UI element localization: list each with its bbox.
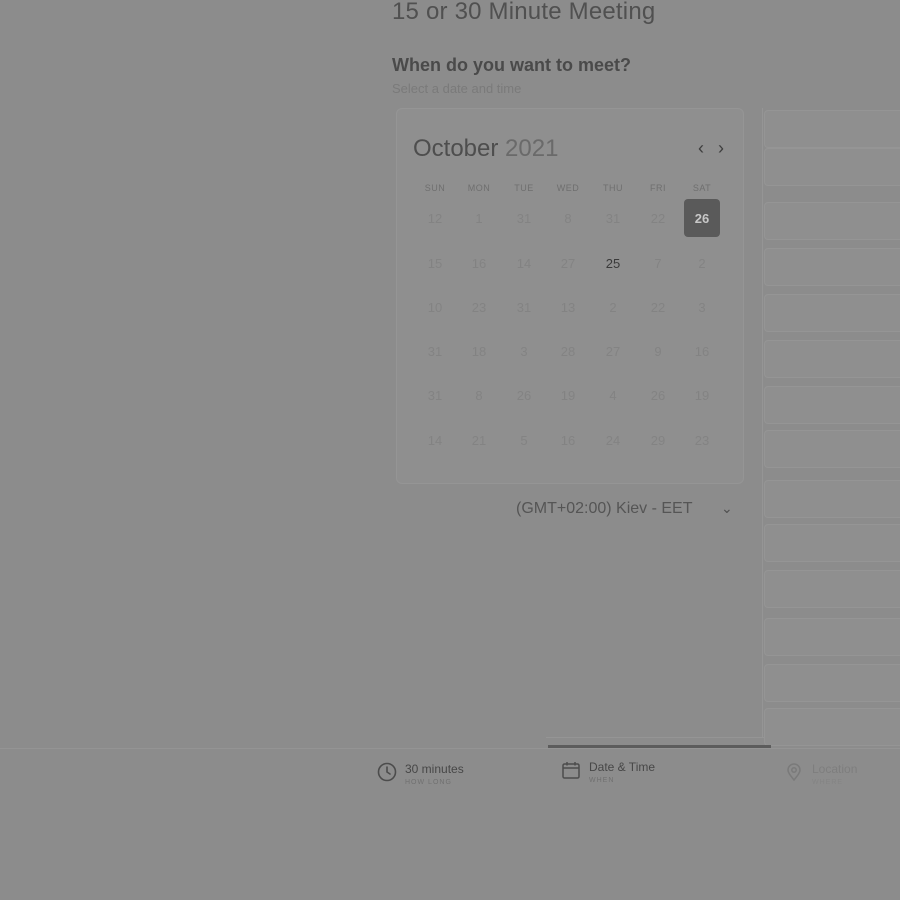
chevron-left-icon: ‹ bbox=[698, 138, 704, 158]
weekday-label: FRI bbox=[650, 183, 666, 193]
time-slot-button[interactable] bbox=[764, 708, 900, 746]
time-slot-button[interactable] bbox=[764, 148, 900, 186]
calendar-day: 16 bbox=[471, 255, 487, 271]
section-heading: When do you want to meet? bbox=[392, 55, 631, 75]
calendar-day: 12 bbox=[427, 210, 443, 226]
calendar-day: 3 bbox=[520, 343, 528, 359]
weekday-label: SAT bbox=[692, 183, 712, 193]
calendar-day: 2 bbox=[609, 299, 617, 315]
time-slot-button[interactable] bbox=[764, 248, 900, 286]
calendar-day[interactable]: 25 bbox=[595, 244, 631, 282]
step-sublabel: HOW LONG bbox=[405, 779, 452, 786]
calendar-day: 22 bbox=[650, 210, 666, 226]
step-label: Date & Time bbox=[589, 760, 656, 774]
weekday-label: MON bbox=[467, 183, 491, 193]
calendar-day: 31 bbox=[427, 387, 443, 403]
location-pin-icon bbox=[787, 763, 801, 782]
time-slot-button[interactable] bbox=[764, 480, 900, 518]
calendar-day: 31 bbox=[605, 210, 621, 226]
divider bbox=[546, 737, 764, 738]
weekday-label: SUN bbox=[424, 183, 446, 193]
calendar-day: 18 bbox=[471, 343, 487, 359]
calendar-day: 22 bbox=[650, 299, 666, 315]
calendar-day: 26 bbox=[516, 387, 532, 403]
calendar-day: 27 bbox=[560, 255, 576, 271]
calendar-day: 8 bbox=[475, 387, 483, 403]
calendar-day: 19 bbox=[694, 387, 710, 403]
time-slot-button[interactable] bbox=[764, 570, 900, 608]
calendar-day: 15 bbox=[427, 255, 443, 271]
calendar-day: 14 bbox=[516, 255, 532, 271]
calendar-day: 14 bbox=[427, 432, 443, 448]
steps-divider bbox=[0, 748, 900, 749]
active-step-indicator bbox=[548, 745, 771, 748]
calendar-day: 13 bbox=[560, 299, 576, 315]
calendar-day: 16 bbox=[560, 432, 576, 448]
calendar-icon bbox=[562, 762, 580, 779]
time-slot-button[interactable] bbox=[764, 110, 900, 148]
divider bbox=[762, 108, 763, 738]
month-name: October bbox=[413, 135, 499, 162]
date-picker: October 2021 ‹ › SUN MON TUE WED THU FRI SAT 1… bbox=[396, 108, 744, 484]
clock-icon bbox=[377, 762, 397, 782]
calendar-day: 9 bbox=[654, 343, 662, 359]
calendar-day: 31 bbox=[516, 210, 532, 226]
step-label: Location bbox=[812, 762, 858, 776]
calendar-day: 3 bbox=[698, 299, 706, 315]
year-label: 2021 bbox=[505, 135, 559, 162]
calendar-day: 31 bbox=[427, 343, 443, 359]
calendar-day: 7 bbox=[654, 255, 662, 271]
section-subtitle: Select a date and time bbox=[392, 81, 522, 96]
calendar-day: 1 bbox=[475, 210, 483, 226]
calendar-month-label: October 2021 bbox=[413, 135, 558, 163]
timezone-select[interactable]: (GMT+02:00) Kiev - EET bbox=[516, 500, 693, 518]
calendar-day: 2 bbox=[698, 255, 706, 271]
page-title: 15 or 30 Minute Meeting bbox=[392, 0, 656, 25]
step-location[interactable]: Location WHERE bbox=[784, 762, 857, 786]
time-slot-button[interactable] bbox=[764, 294, 900, 332]
time-slot-button[interactable] bbox=[764, 524, 900, 562]
chevron-right-icon: › bbox=[718, 138, 724, 158]
previous-month-button[interactable]: ‹ bbox=[693, 139, 709, 157]
time-slot-button[interactable] bbox=[764, 340, 900, 378]
calendar-day: 5 bbox=[520, 432, 528, 448]
time-slot-button[interactable] bbox=[764, 386, 900, 424]
calendar-day: 16 bbox=[694, 343, 710, 359]
calendar-day-selected[interactable]: 26 bbox=[684, 199, 720, 237]
calendar-day: 27 bbox=[605, 343, 621, 359]
calendar-day: 21 bbox=[471, 432, 487, 448]
calendar-day: 19 bbox=[560, 387, 576, 403]
time-slot-button[interactable] bbox=[764, 430, 900, 468]
time-slot-button[interactable] bbox=[764, 202, 900, 240]
calendar-day: 31 bbox=[516, 299, 532, 315]
step-sublabel: WHEN bbox=[589, 777, 615, 784]
calendar-day: 29 bbox=[650, 432, 666, 448]
step-duration[interactable]: 30 minutes HOW LONG bbox=[377, 762, 464, 786]
weekday-label: TUE bbox=[514, 183, 534, 193]
chevron-down-icon[interactable]: ⌄ bbox=[721, 500, 733, 517]
time-slot-button[interactable] bbox=[764, 664, 900, 702]
step-sublabel: WHERE bbox=[812, 779, 844, 786]
calendar-day: 10 bbox=[427, 299, 443, 315]
next-month-button[interactable]: › bbox=[713, 139, 729, 157]
time-slot-button[interactable] bbox=[764, 618, 900, 656]
step-label: 30 minutes bbox=[405, 762, 464, 776]
calendar-day: 26 bbox=[650, 387, 666, 403]
step-date-time[interactable]: Date & Time WHEN bbox=[561, 760, 655, 784]
calendar-day: 8 bbox=[564, 210, 572, 226]
time-slot-list bbox=[764, 108, 900, 746]
calendar-day: 23 bbox=[471, 299, 487, 315]
weekday-label: THU bbox=[603, 183, 623, 193]
weekday-label: WED bbox=[556, 183, 580, 193]
calendar-day: 4 bbox=[609, 387, 617, 403]
calendar-day: 24 bbox=[605, 432, 621, 448]
calendar-day: 28 bbox=[560, 343, 576, 359]
calendar-day: 23 bbox=[694, 432, 710, 448]
